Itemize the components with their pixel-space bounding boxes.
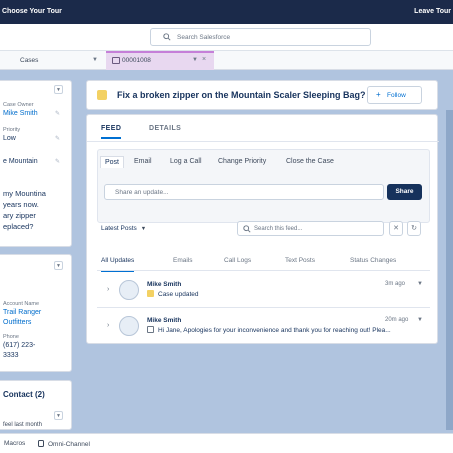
- post-author[interactable]: Mike Smith: [147, 317, 181, 324]
- contact-item: feel last month: [3, 422, 43, 428]
- chevron-down-icon[interactable]: ▼: [54, 411, 63, 420]
- phone-icon: [38, 440, 44, 447]
- choose-tour-link[interactable]: Choose Your Tour: [2, 8, 62, 15]
- post-message: Case updated: [158, 291, 199, 298]
- feed-item: › Mike Smith Hi Jane, Apologies for your…: [97, 316, 430, 346]
- account-name-link[interactable]: Trail Ranger: [3, 309, 41, 316]
- post-time: 20m ago: [385, 317, 409, 323]
- edit-icon[interactable]: ✎: [55, 158, 60, 165]
- global-search-input[interactable]: Search Salesforce: [150, 28, 371, 46]
- filter-divider: [97, 270, 430, 271]
- publisher-tab-log-call[interactable]: Log a Call: [170, 158, 202, 165]
- phone-label: Phone: [3, 334, 19, 340]
- description-line: years now.: [3, 200, 39, 209]
- edit-icon[interactable]: ✎: [55, 110, 60, 117]
- account-card: ▼ Account Name Trail Ranger Outfitters P…: [0, 254, 72, 372]
- description-line: eplaced?: [3, 222, 34, 231]
- phone-value-2[interactable]: 3333: [3, 352, 19, 359]
- tour-bar: Choose Your Tour Leave Tour: [0, 0, 453, 24]
- tab-case-label: 00001008: [122, 57, 151, 64]
- chevron-down-icon[interactable]: ▼: [54, 261, 63, 270]
- feed-search-input[interactable]: Search this feed...: [237, 221, 384, 236]
- contacts-card: Contact (2) ▼ feel last month: [0, 380, 72, 430]
- post-author[interactable]: Mike Smith: [147, 281, 181, 288]
- right-panel-edge: [446, 110, 453, 430]
- filter-call-logs[interactable]: Call Logs: [224, 257, 251, 264]
- search-icon: [163, 33, 171, 41]
- feed-panel: FEED DETAILS Post Email Log a Call Chang…: [86, 114, 439, 346]
- case-tab-icon: [112, 57, 120, 64]
- post-divider: [97, 307, 430, 308]
- edit-icon[interactable]: ✎: [55, 135, 60, 142]
- follow-button[interactable]: + Follow: [367, 86, 422, 104]
- priority-value: Low: [3, 135, 16, 142]
- chevron-down-icon[interactable]: ▼: [417, 281, 423, 287]
- sort-dropdown[interactable]: Latest Posts ▼: [101, 225, 146, 232]
- priority-label: Priority: [3, 127, 21, 133]
- tab-case-00001008[interactable]: 00001008 ▼ ×: [106, 51, 214, 70]
- leave-tour-link[interactable]: Leave Tour: [414, 8, 451, 15]
- share-update-input[interactable]: Share an update...: [104, 184, 384, 200]
- chevron-down-icon[interactable]: ▼: [92, 57, 98, 63]
- publisher-tab-change-priority[interactable]: Change Priority: [218, 158, 266, 165]
- case-icon: [97, 90, 107, 100]
- case-title: Fix a broken zipper on the Mountain Scal…: [117, 90, 366, 100]
- share-button[interactable]: Share: [387, 184, 422, 200]
- publisher-tab-close-case[interactable]: Close the Case: [286, 158, 334, 165]
- phone-value[interactable]: (617) 223-: [3, 342, 35, 349]
- post-body: Hi Jane, Apologies for your inconvenienc…: [147, 326, 407, 334]
- omni-channel-label: Omni-Channel: [48, 441, 90, 448]
- share-placeholder: Share an update...: [115, 189, 169, 196]
- chevron-down-icon[interactable]: ▼: [417, 317, 423, 323]
- chevron-down-icon[interactable]: ▼: [192, 57, 198, 63]
- utility-bar: Macros Omni-Channel: [0, 433, 453, 453]
- email-icon: [147, 326, 154, 333]
- avatar[interactable]: [119, 280, 139, 300]
- account-name-link-2[interactable]: Outfitters: [3, 319, 31, 326]
- search-icon: [243, 225, 251, 233]
- chevron-down-icon[interactable]: ▼: [54, 85, 63, 94]
- feed-search-placeholder: Search this feed...: [254, 226, 303, 232]
- tab-cases[interactable]: Cases ▼: [0, 51, 105, 70]
- console-tab-bar: Cases ▼ 00001008 ▼ ×: [0, 51, 453, 70]
- case-details-card: ▼ Case Owner Mike Smith ✎ Priority Low ✎…: [0, 80, 72, 247]
- case-header: Fix a broken zipper on the Mountain Scal…: [86, 80, 438, 110]
- publisher-tab-post[interactable]: Post: [100, 156, 125, 168]
- account-name-label: Account Name: [3, 301, 40, 307]
- description-line: ary zipper: [3, 211, 36, 220]
- publisher-tab-email[interactable]: Email: [134, 158, 152, 165]
- description-line: my Mountina: [3, 189, 46, 198]
- refresh-icon[interactable]: ↻: [407, 221, 421, 236]
- filter-emails[interactable]: Emails: [173, 257, 193, 264]
- post-message: Hi Jane, Apologies for your inconvenienc…: [158, 327, 391, 334]
- case-owner-value[interactable]: Mike Smith: [3, 110, 38, 117]
- chevron-right-icon[interactable]: ›: [107, 286, 109, 293]
- filter-text-posts[interactable]: Text Posts: [285, 257, 315, 264]
- chevron-down-icon: ▼: [140, 226, 147, 232]
- tab-details[interactable]: DETAILS: [149, 125, 181, 132]
- chevron-right-icon[interactable]: ›: [107, 322, 109, 329]
- avatar[interactable]: [119, 316, 139, 336]
- tab-cases-label: Cases: [20, 57, 39, 64]
- contacts-title[interactable]: Contact (2): [3, 390, 45, 399]
- global-header: Search Salesforce: [0, 24, 453, 51]
- post-body: Case updated: [147, 290, 407, 298]
- filter-icon[interactable]: ✕: [389, 221, 403, 236]
- case-owner-label: Case Owner: [3, 102, 34, 108]
- close-icon[interactable]: ×: [202, 56, 206, 63]
- filter-status-changes[interactable]: Status Changes: [350, 257, 396, 264]
- feed-item: › Mike Smith Case updated 3m ago ▼: [97, 280, 430, 310]
- sort-label: Latest Posts: [101, 225, 137, 232]
- subject-value: e Mountain: [3, 158, 38, 165]
- search-placeholder: Search Salesforce: [177, 34, 231, 41]
- tab-feed[interactable]: FEED: [101, 125, 122, 139]
- add-icon: +: [376, 90, 381, 99]
- publisher: Post Email Log a Call Change Priority Cl…: [97, 149, 430, 223]
- follow-label: Follow: [387, 92, 406, 99]
- case-icon: [147, 290, 154, 297]
- macros-button[interactable]: Macros: [4, 440, 25, 447]
- post-time: 3m ago: [385, 281, 406, 287]
- tab-divider: [87, 141, 439, 142]
- omni-channel-button[interactable]: Omni-Channel: [38, 440, 90, 448]
